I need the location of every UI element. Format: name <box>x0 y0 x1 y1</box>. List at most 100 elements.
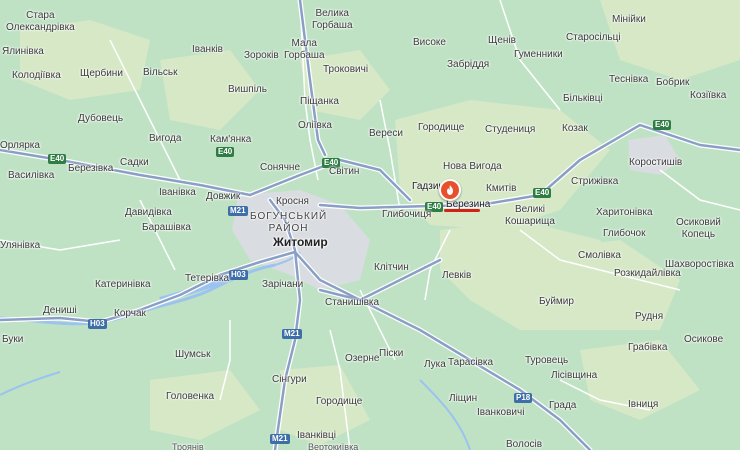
place-label[interactable]: Туровець <box>525 355 568 367</box>
place-label[interactable]: Тетерівка <box>185 273 229 285</box>
road-shield-h03: H03 <box>229 270 248 280</box>
place-label[interactable]: Велика Горбаша <box>312 8 353 32</box>
place-label[interactable]: Старосільці <box>566 32 621 44</box>
fire-icon <box>447 185 453 195</box>
place-label[interactable]: Мала Горбаша <box>284 38 325 62</box>
place-label[interactable]: Дениші <box>43 305 77 317</box>
place-label[interactable]: Сінгури <box>272 374 307 386</box>
place-label[interactable]: Іванків <box>192 44 223 56</box>
place-label[interactable]: Вертокиївка <box>308 441 358 450</box>
place-label[interactable]: Садки <box>120 157 149 169</box>
location-underline <box>444 209 480 212</box>
place-label[interactable]: Кросня <box>276 196 309 208</box>
place-label[interactable]: Студениця <box>485 124 535 136</box>
place-label[interactable]: Колодіївка <box>12 70 61 82</box>
place-label[interactable]: Довжик <box>206 191 240 203</box>
place-label[interactable]: Грабівка <box>628 342 667 354</box>
road-shield-e40: E40 <box>533 188 552 198</box>
place-label[interactable]: Смолівка <box>578 250 621 262</box>
place-label[interactable]: Городище <box>316 396 362 408</box>
place-label[interactable]: Рудня <box>635 311 663 323</box>
place-label[interactable]: Бобрик <box>656 77 689 89</box>
road-shield-m21: M21 <box>228 206 248 216</box>
place-label[interactable]: Буймир <box>539 296 574 308</box>
place-label[interactable]: Стара Олександрівка <box>6 10 75 34</box>
place-label[interactable]: Піщанка <box>300 96 339 108</box>
place-label[interactable]: Озерне <box>345 353 379 365</box>
place-label[interactable]: Ліщин <box>449 393 477 405</box>
place-label[interactable]: Зороків <box>244 50 279 62</box>
place-label[interactable]: Березівка <box>68 163 113 175</box>
place-label[interactable]: Улянівка <box>0 240 40 252</box>
place-label[interactable]: Гуменники <box>514 49 563 61</box>
road-shield-m21: M21 <box>282 329 302 339</box>
location-marker[interactable] <box>439 179 461 201</box>
place-label[interactable]: Клітчин <box>374 262 409 274</box>
place-label[interactable]: Сонячне <box>260 162 300 174</box>
district-label[interactable]: БОГУНСЬКИЙ РАЙОН <box>250 211 327 235</box>
place-label[interactable]: Ялинівка <box>2 46 44 58</box>
place-label[interactable]: Зарічани <box>262 279 303 291</box>
road-shield-h03: H03 <box>88 319 107 329</box>
place-label[interactable]: Корчак <box>114 308 146 320</box>
road-shield-e40: E40 <box>653 120 672 130</box>
place-label[interactable]: Лука <box>424 359 446 371</box>
place-label[interactable]: Вереси <box>369 128 403 140</box>
place-label[interactable]: Давидівка <box>125 207 172 219</box>
place-label[interactable]: Левків <box>442 270 471 282</box>
place-label[interactable]: Шумськ <box>175 349 211 361</box>
place-label[interactable]: Більківці <box>563 93 603 105</box>
place-label[interactable]: Града <box>549 400 576 412</box>
place-label[interactable]: Козіївка <box>690 90 726 102</box>
place-label[interactable]: Високе <box>413 37 446 49</box>
place-label[interactable]: Світин <box>329 166 359 178</box>
place-label[interactable]: Піски <box>379 348 403 360</box>
place-label[interactable]: Глибочок <box>603 228 646 240</box>
place-label[interactable]: Великі Кошарища <box>505 204 555 228</box>
place-label[interactable]: Дубовець <box>78 113 123 125</box>
place-label[interactable]: Глибочиця <box>382 209 431 221</box>
place-label[interactable]: Мінійки <box>612 14 646 26</box>
place-label[interactable]: Кмитів <box>486 183 516 195</box>
place-label[interactable]: Розкидайлівка <box>614 268 681 280</box>
place-label[interactable]: Троянів <box>172 441 204 450</box>
place-label[interactable]: Барашівка <box>142 222 191 234</box>
place-label[interactable]: Івниця <box>628 399 658 411</box>
place-label[interactable]: Лісівщина <box>551 370 597 382</box>
place-label[interactable]: Іванковичі <box>477 407 524 419</box>
field-areas <box>20 0 740 445</box>
place-label[interactable]: Кам'янка <box>210 134 251 146</box>
place-label[interactable]: Станишівка <box>325 297 379 309</box>
place-label[interactable]: Волосів <box>506 439 542 450</box>
road-shield-e40: E40 <box>48 154 67 164</box>
place-label[interactable]: Осиковий Копець <box>676 217 721 241</box>
place-label[interactable]: Стрижівка <box>571 176 618 188</box>
place-label[interactable]: Вишпіль <box>228 84 267 96</box>
place-label[interactable]: Іванівка <box>159 187 196 199</box>
place-label[interactable]: Теснівка <box>609 74 648 86</box>
road-shield-p18: P18 <box>514 393 533 403</box>
place-label[interactable]: Вільськ <box>143 67 178 79</box>
place-label[interactable]: Оліївка <box>298 120 332 132</box>
place-label[interactable]: Головенка <box>166 391 214 403</box>
place-label[interactable]: Буки <box>2 334 23 346</box>
place-label[interactable]: Коростишів <box>629 157 682 169</box>
place-label[interactable]: Вигода <box>149 133 181 145</box>
place-label[interactable]: Харитонівка <box>596 207 653 219</box>
place-label[interactable]: Козак <box>562 123 588 135</box>
place-label[interactable]: Нова Вигода <box>443 161 502 173</box>
place-label[interactable]: Катеринівка <box>95 279 151 291</box>
place-label[interactable]: Осикове <box>684 334 723 346</box>
place-label[interactable]: Щенів <box>488 35 516 47</box>
city-label[interactable]: Житомир <box>273 236 328 248</box>
place-label[interactable]: Троковичі <box>323 64 368 76</box>
map-canvas[interactable]: E40 E40 E40 E40 E40 E40 M21 M21 M21 H03 … <box>0 0 740 450</box>
place-label[interactable]: Забріддя <box>447 59 489 71</box>
place-label[interactable]: Щербини <box>80 68 123 80</box>
place-label[interactable]: Василівка <box>8 170 54 182</box>
road-shield-e40: E40 <box>216 147 235 157</box>
road-shield-m21: M21 <box>270 434 290 444</box>
place-label[interactable]: Городище <box>418 122 464 134</box>
place-label[interactable]: Тарасівка <box>448 357 493 369</box>
place-label[interactable]: Орлярка <box>0 140 40 152</box>
